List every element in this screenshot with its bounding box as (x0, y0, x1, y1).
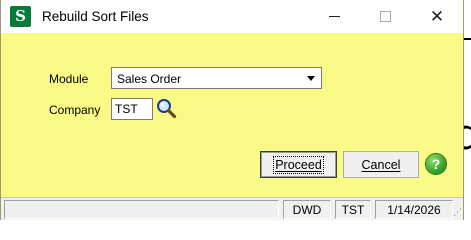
help-icon[interactable]: ? (426, 154, 446, 174)
minimize-icon (328, 16, 340, 17)
cancel-button[interactable]: Cancel (343, 151, 419, 178)
status-company-cell: TST (335, 200, 371, 219)
background-window-edge (464, 38, 471, 40)
maximize-icon (379, 11, 391, 22)
maximize-button[interactable] (362, 0, 408, 33)
company-label: Company (49, 103, 101, 117)
module-dropdown-button[interactable] (301, 68, 321, 88)
proceed-button[interactable]: Proceed (260, 151, 337, 178)
minimize-button[interactable] (311, 0, 357, 33)
magnifier-lookup-icon[interactable] (155, 97, 177, 119)
module-select[interactable]: Sales Order (111, 67, 322, 89)
close-button[interactable]: ✕ (414, 0, 460, 33)
app-logo-icon: S (10, 6, 31, 27)
window-title: Rebuild Sort Files (42, 9, 149, 24)
resize-grip-icon[interactable]: ⋰ (453, 207, 462, 218)
title-bar: S Rebuild Sort Files ✕ (1, 0, 463, 33)
close-icon: ✕ (429, 7, 445, 26)
module-select-value: Sales Order (117, 72, 182, 86)
status-user-cell: DWD (283, 200, 331, 219)
module-label: Module (49, 72, 89, 86)
cancel-button-label: Cancel (361, 157, 401, 172)
rebuild-sort-files-dialog: S Rebuild Sort Files ✕ Module Sales Orde… (0, 0, 464, 220)
company-input[interactable]: TST (111, 98, 153, 120)
status-message-cell (4, 200, 279, 219)
status-bar: DWD TST 1/14/2026 ⋰ (1, 197, 463, 220)
status-date-cell: 1/14/2026 (375, 200, 453, 219)
proceed-button-label: Proceed (273, 155, 324, 174)
chevron-down-icon (307, 75, 315, 81)
